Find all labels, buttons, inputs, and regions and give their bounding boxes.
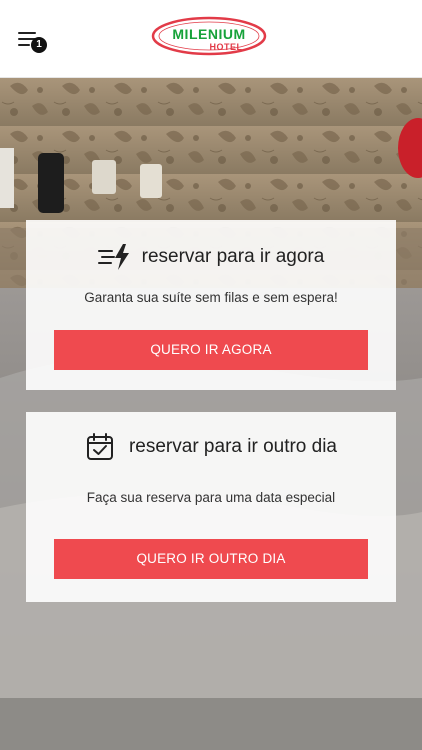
book-later-description: Faça sua reserva para uma data especial (86, 490, 336, 505)
menu-button[interactable]: 1 (16, 28, 50, 54)
app-header: 1 MILENIUM HOTEL (0, 0, 422, 78)
calendar-check-icon (85, 432, 119, 462)
lightning-speed-icon (97, 242, 132, 272)
book-now-button[interactable]: QUERO IR AGORA (54, 330, 368, 370)
book-later-title: reservar para ir outro dia (128, 436, 338, 457)
notification-badge: 1 (31, 37, 47, 53)
hotel-logo: MILENIUM HOTEL (150, 14, 268, 60)
book-now-card: reservar para ir agora Garanta sua suíte… (26, 220, 396, 390)
logo-name: MILENIUM (172, 26, 246, 42)
book-now-title: reservar para ir agora (141, 246, 325, 267)
book-later-title-row: reservar para ir outro dia (26, 430, 396, 464)
book-now-description: Garanta sua suíte sem filas e sem espera… (84, 290, 338, 305)
menu-icon-line (18, 44, 30, 46)
menu-icon (18, 32, 36, 34)
book-later-button[interactable]: QUERO IR OUTRO DIA (54, 539, 368, 579)
book-now-title-row: reservar para ir agora (26, 240, 396, 274)
book-later-card: reservar para ir outro dia Faça sua rese… (26, 412, 396, 602)
logo-subtitle: HOTEL (209, 42, 243, 52)
